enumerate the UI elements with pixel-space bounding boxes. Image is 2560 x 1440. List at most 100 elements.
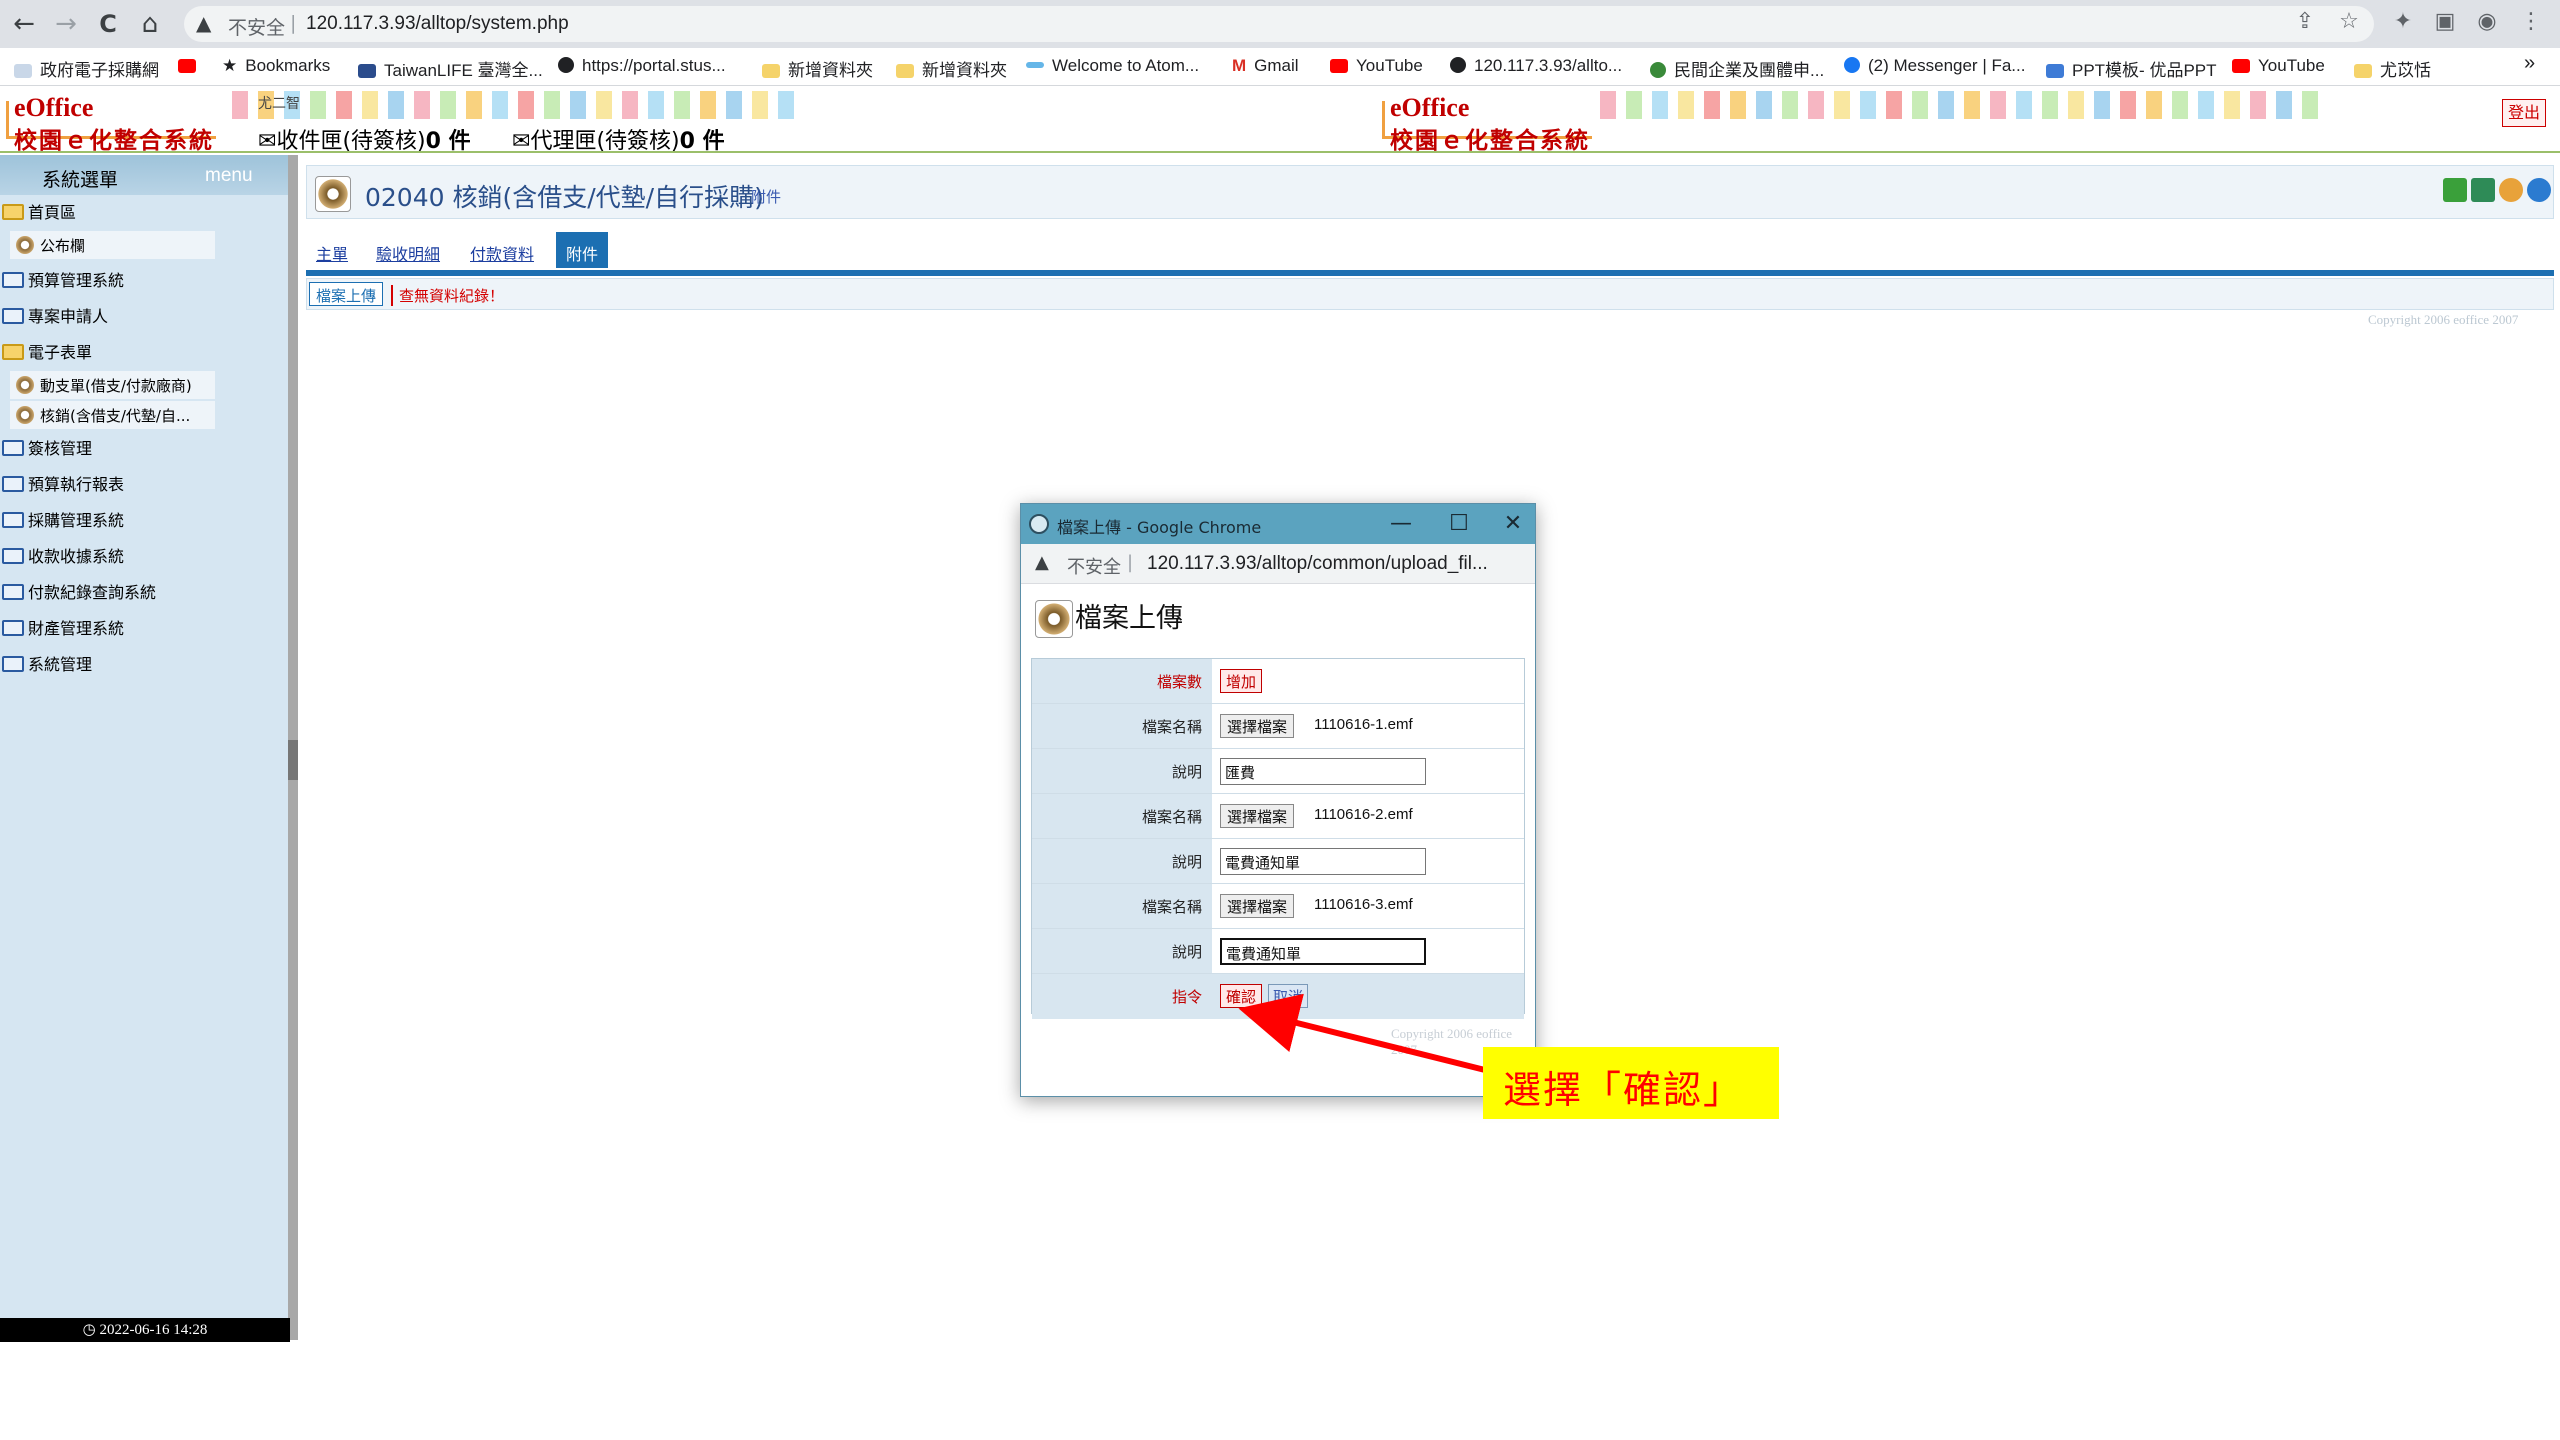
kebab-menu-icon[interactable]: ⋮ <box>2516 9 2546 34</box>
refresh-icon[interactable] <box>2499 178 2523 202</box>
logo-subtitle: 校園ｅ化整合系統 <box>1390 128 1590 154</box>
choose-file-button[interactable]: 選擇檔案 <box>1220 894 1295 918</box>
bookmark-item[interactable]: https://portal.stus... <box>558 56 726 76</box>
description-label: 說明 <box>1032 929 1212 973</box>
help-icon[interactable] <box>2527 178 2551 202</box>
sidebar-item-home[interactable]: 首頁區 <box>0 199 218 229</box>
tab-acceptance[interactable]: 驗收明細 <box>376 232 440 268</box>
sidebar-subitem-bulletin[interactable]: 公布欄 <box>10 231 215 259</box>
sidebar-item-approval[interactable]: 簽核管理 <box>0 435 218 465</box>
popup-address-bar[interactable]: ▲ 不安全 | 120.117.3.93/alltop/common/uploa… <box>1021 544 1535 584</box>
sidebar: 系統選單 menu 首頁區 公布欄 預算管理系統 專案申請人 電子表單 動支單(… <box>0 155 290 1340</box>
logout-button[interactable]: 登出 <box>2502 99 2546 127</box>
form-gear-icon <box>315 176 351 212</box>
inbox-link[interactable]: ✉收件匣(待簽核)0 件 <box>258 123 471 155</box>
sidebar-item-receipts[interactable]: 收款收據系統 <box>0 543 218 573</box>
bookmark-item[interactable]: M Gmail <box>1232 56 1299 76</box>
bookmark-item[interactable]: ★ Bookmarks <box>222 56 330 76</box>
no-records-message: 查無資料紀錄！ <box>391 285 504 306</box>
reload-button[interactable]: C <box>92 8 124 40</box>
splitter-grip[interactable] <box>288 740 298 780</box>
bookmark-favicon-icon <box>14 64 32 78</box>
description-input-focused[interactable]: 電費通知單 <box>1220 938 1426 965</box>
description-input[interactable]: 匯費 <box>1220 758 1426 785</box>
sidebar-item-procurement[interactable]: 採購管理系統 <box>0 507 218 537</box>
star-icon[interactable]: ☆ <box>2334 9 2364 34</box>
file-count-row: 檔案數 增加 <box>1032 659 1524 704</box>
folder-icon <box>2354 64 2372 78</box>
confirm-button[interactable]: 確認 <box>1220 984 1263 1008</box>
description-label: 說明 <box>1032 749 1212 793</box>
bookmark-item[interactable]: PPT模板- 优品PPT <box>2046 56 2217 81</box>
bookmark-item[interactable]: YouTube <box>2232 56 2325 76</box>
bookmark-item[interactable]: 政府電子採購網 <box>14 56 159 81</box>
choose-file-button[interactable]: 選擇檔案 <box>1220 714 1295 738</box>
bookmark-folder[interactable]: 新增資料夾 <box>762 56 873 81</box>
gear-doc-icon <box>16 406 34 424</box>
globe-icon <box>558 57 574 73</box>
folder-open-icon <box>2 204 24 220</box>
back-button[interactable]: ← <box>8 8 40 40</box>
tab-payment[interactable]: 付款資料 <box>470 232 534 268</box>
clock-icon: ◷ <box>82 1322 100 1338</box>
bookmark-item[interactable]: 120.117.3.93/allto... <box>1450 56 1622 76</box>
folder-icon <box>896 64 914 78</box>
popup-title: 檔案上傳 - Google Chrome <box>1057 518 1262 537</box>
proxy-inbox-link[interactable]: ✉代理匣(待簽核)0 件 <box>512 123 725 155</box>
sidebar-item-budget-report[interactable]: 預算執行報表 <box>0 471 218 501</box>
bookmark-folder[interactable]: 新增資料夾 <box>896 56 1007 81</box>
extensions-icon[interactable]: ✦ <box>2388 9 2418 34</box>
chosen-file-name: 1110616-1.emf <box>1314 716 1413 733</box>
copyright-text: Copyright 2006 eoffice 2007 <box>2368 312 2519 327</box>
sidebar-item-payment-query[interactable]: 付款紀錄查詢系統 <box>0 579 218 609</box>
bookmark-item[interactable]: YouTube <box>1330 56 1423 76</box>
sidepanel-icon[interactable]: ▣ <box>2430 9 2460 34</box>
bookmark-item[interactable]: TaiwanLIFE 臺灣全... <box>358 56 543 81</box>
sidebar-item-budget[interactable]: 預算管理系統 <box>0 267 218 297</box>
share-icon[interactable]: ⇪ <box>2290 9 2320 34</box>
back-arrow-icon[interactable] <box>2471 178 2495 202</box>
sidebar-item-eforms[interactable]: 電子表單 <box>0 339 218 369</box>
sidebar-item-applicant[interactable]: 專案申請人 <box>0 303 218 333</box>
bookmark-item[interactable]: (2) Messenger | Fa... <box>1844 56 2025 76</box>
cancel-button[interactable]: 取消 <box>1268 984 1309 1008</box>
export-icon[interactable] <box>2443 178 2467 202</box>
tab-underline <box>306 270 2554 276</box>
annotation-callout: 選擇「確認」 <box>1483 1047 1779 1119</box>
minimize-button[interactable]: — <box>1383 508 1419 540</box>
folder-icon <box>2 548 24 564</box>
forward-button[interactable]: → <box>50 8 82 40</box>
upload-form: 檔案數 增加 檔案名稱 選擇檔案 1110616-1.emf 說明 匯費 檔案名… <box>1031 658 1525 1019</box>
tab-main[interactable]: 主單 <box>316 232 348 268</box>
bookmark-item[interactable] <box>178 56 204 76</box>
sidebar-menu-toggle[interactable]: menu <box>205 165 253 187</box>
choose-file-button[interactable]: 選擇檔案 <box>1220 804 1295 828</box>
address-bar[interactable]: ▲ 不安全 | 120.117.3.93/alltop/system.php <box>184 6 2374 42</box>
bookmark-folder[interactable]: 尤苡恬 <box>2354 56 2431 81</box>
sidebar-subitem-requisition[interactable]: 動支單(借支/付款廠商) <box>10 371 215 399</box>
tab-attachments[interactable]: 附件 <box>556 232 609 268</box>
sidebar-item-system[interactable]: 系統管理 <box>0 651 218 681</box>
home-button[interactable]: ⌂ <box>134 8 166 40</box>
logo-title: eOffice <box>14 93 94 122</box>
description-label: 說明 <box>1032 839 1212 883</box>
description-input[interactable]: 電費通知單 <box>1220 848 1426 875</box>
upload-file-link[interactable]: 檔案上傳 <box>309 282 384 306</box>
page-subtitle: 附件 <box>751 188 782 206</box>
close-button[interactable]: ✕ <box>1495 508 1531 540</box>
decorative-stripes <box>232 91 794 119</box>
profile-avatar[interactable]: ◉ <box>2472 9 2502 34</box>
sidebar-subitem-reimbursement[interactable]: 核銷(含借支/代墊/自... <box>10 401 215 429</box>
file-count-label: 檔案數 <box>1032 659 1212 703</box>
gmail-icon: M <box>1232 56 1247 75</box>
sidebar-item-property[interactable]: 財產管理系統 <box>0 615 218 645</box>
url-text[interactable]: 120.117.3.93/alltop/system.php <box>306 13 569 35</box>
folder-icon <box>2 440 24 456</box>
popup-url[interactable]: 120.117.3.93/alltop/common/upload_fil... <box>1147 553 1488 575</box>
bookmark-item[interactable]: Welcome to Atom... <box>1026 56 1199 76</box>
maximize-button[interactable]: ☐ <box>1441 508 1477 540</box>
eoffice-logo[interactable]: eOffice 校園ｅ化整合系統 <box>0 89 230 154</box>
bookmarks-overflow-button[interactable]: » <box>2524 52 2535 75</box>
add-file-button[interactable]: 增加 <box>1220 669 1263 693</box>
bookmark-item[interactable]: 民間企業及團體申... <box>1650 56 1824 81</box>
